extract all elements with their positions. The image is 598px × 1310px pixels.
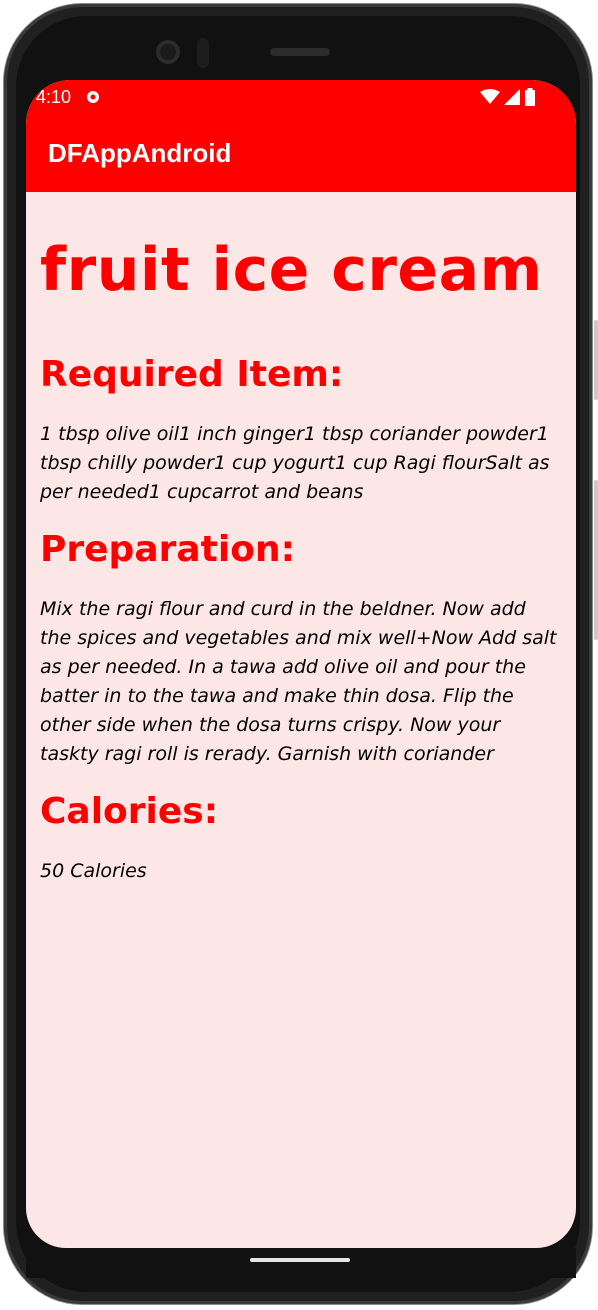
app-bar: DFAppAndroid [26, 114, 576, 192]
status-icons [480, 88, 536, 106]
battery-icon [525, 88, 535, 106]
status-time: 4:10 [36, 87, 72, 107]
app-title: DFAppAndroid [48, 138, 232, 168]
front-camera [156, 40, 180, 64]
recipe-title: fruit ice cream [40, 235, 543, 305]
signal-icon [504, 89, 520, 105]
required-items-text: 1 tbsp olive oil1 inch ginger1 tbsp cori… [40, 423, 550, 503]
preparation-text: Mix the ragi flour and curd in the beldn… [40, 598, 557, 765]
power-button [594, 320, 598, 400]
volume-button [594, 480, 598, 640]
calories-heading: Calories: [40, 791, 219, 832]
earpiece-speaker [270, 48, 330, 56]
gesture-nav-bar [26, 1248, 576, 1278]
app-screen: 4:10 DFAppAndroid fruit ice cream Requir… [26, 80, 576, 1248]
proximity-sensor [197, 38, 209, 68]
status-bar: 4:10 [26, 80, 576, 114]
required-items-heading: Required Item: [40, 354, 344, 395]
recipe-content: fruit ice cream Required Item: 1 tbsp ol… [40, 232, 560, 886]
record-icon [87, 91, 99, 103]
wifi-icon [480, 89, 500, 104]
calories-text: 50 Calories [40, 860, 147, 882]
preparation-heading: Preparation: [40, 529, 295, 570]
home-gesture-handle[interactable] [250, 1258, 350, 1262]
